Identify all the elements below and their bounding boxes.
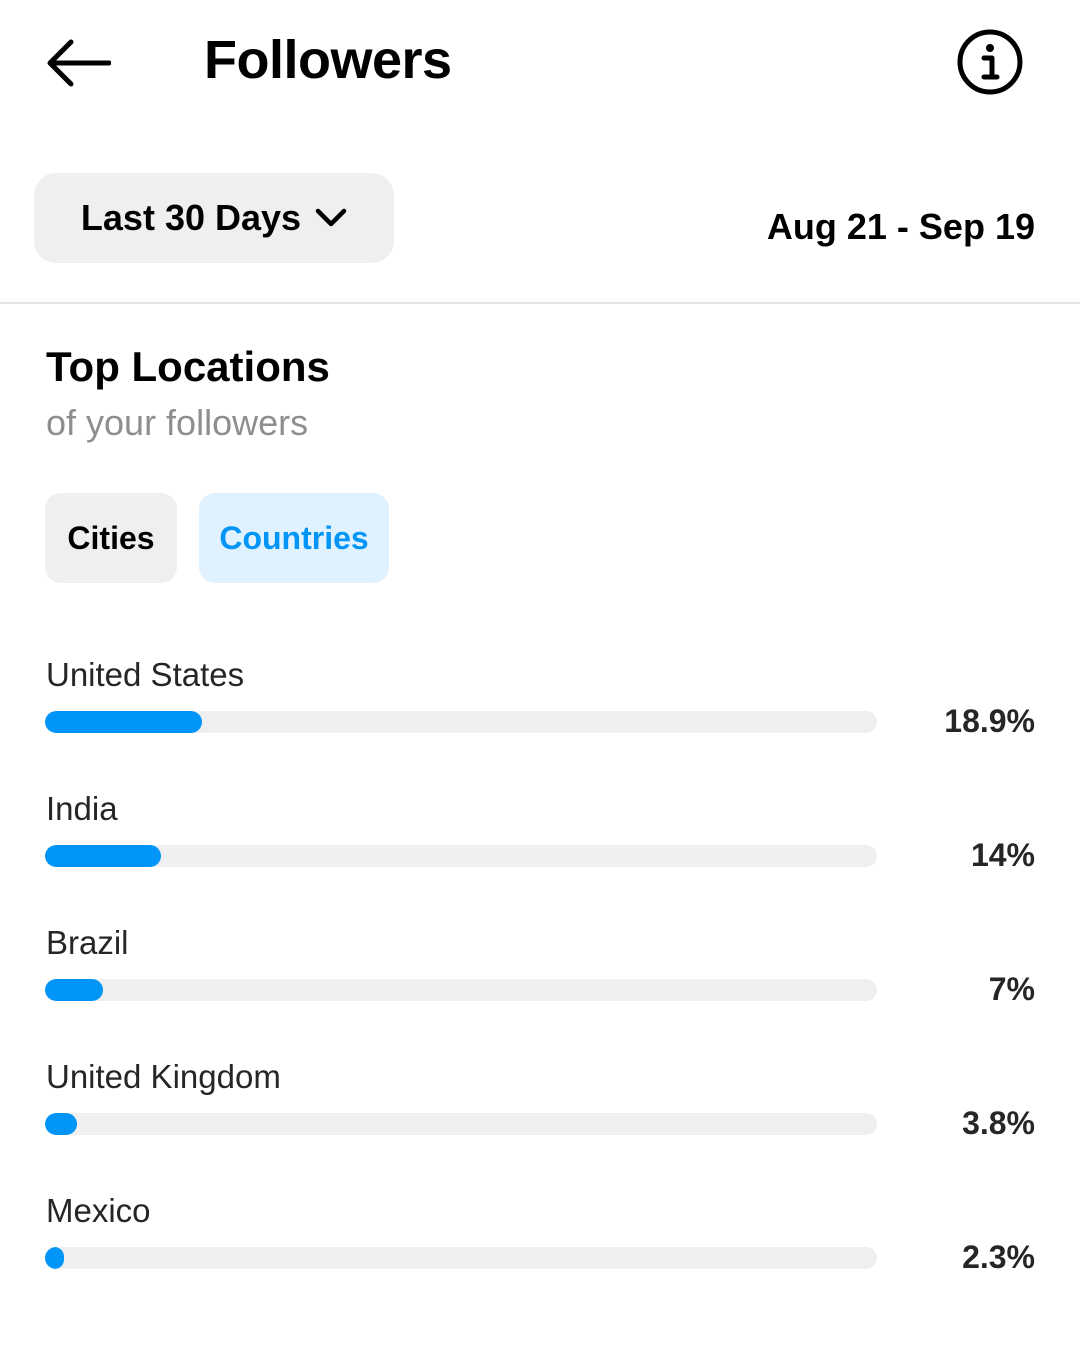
location-name: India <box>46 790 118 827</box>
tab-countries[interactable]: Countries <box>199 493 389 583</box>
back-button[interactable] <box>40 28 116 98</box>
section-title: Top Locations <box>46 343 330 390</box>
date-range-dropdown-label: Last 30 Days <box>80 197 302 238</box>
location-row: Mexico 2.3% <box>0 1181 1080 1315</box>
arrow-left-icon <box>47 39 111 87</box>
location-bar-track <box>45 845 877 867</box>
location-bar-track <box>45 711 877 733</box>
location-name: Brazil <box>46 924 129 961</box>
location-percent: 3.8% <box>962 1105 1035 1141</box>
locations-list: United States 18.9% India 14% Brazil 7% … <box>0 645 1080 1315</box>
location-row: United Kingdom 3.8% <box>0 1047 1080 1181</box>
page-title: Followers <box>204 30 452 90</box>
location-bar-track <box>45 1113 877 1135</box>
location-row: India 14% <box>0 779 1080 913</box>
location-name: United States <box>46 656 245 693</box>
location-row: United States 18.9% <box>0 645 1080 779</box>
app-header: Followers <box>0 0 1080 130</box>
location-bar-track <box>45 1247 877 1269</box>
location-bar-fill <box>45 1247 65 1269</box>
chevron-down-icon <box>315 208 347 227</box>
tab-cities[interactable]: Cities <box>45 493 177 583</box>
divider <box>0 302 1080 304</box>
location-percent: 2.3% <box>962 1239 1035 1275</box>
location-bar-fill <box>45 1113 77 1135</box>
info-circle-icon <box>957 29 1023 95</box>
section-subtitle: of your followers <box>46 402 309 443</box>
location-bar-fill <box>45 979 104 1001</box>
location-bar-fill <box>45 711 203 733</box>
location-name: United Kingdom <box>46 1058 281 1095</box>
date-range-text: Aug 21 - Sep 19 <box>766 206 1035 247</box>
location-row: Brazil 7% <box>0 913 1080 1047</box>
location-percent: 14% <box>970 837 1035 873</box>
date-range-dropdown[interactable]: Last 30 Days <box>34 173 394 263</box>
location-bar-fill <box>45 845 162 867</box>
location-percent: 7% <box>988 971 1035 1007</box>
location-percent: 18.9% <box>944 703 1035 739</box>
location-bar-track <box>45 979 877 1001</box>
location-name: Mexico <box>46 1192 151 1229</box>
info-button[interactable] <box>950 22 1030 102</box>
